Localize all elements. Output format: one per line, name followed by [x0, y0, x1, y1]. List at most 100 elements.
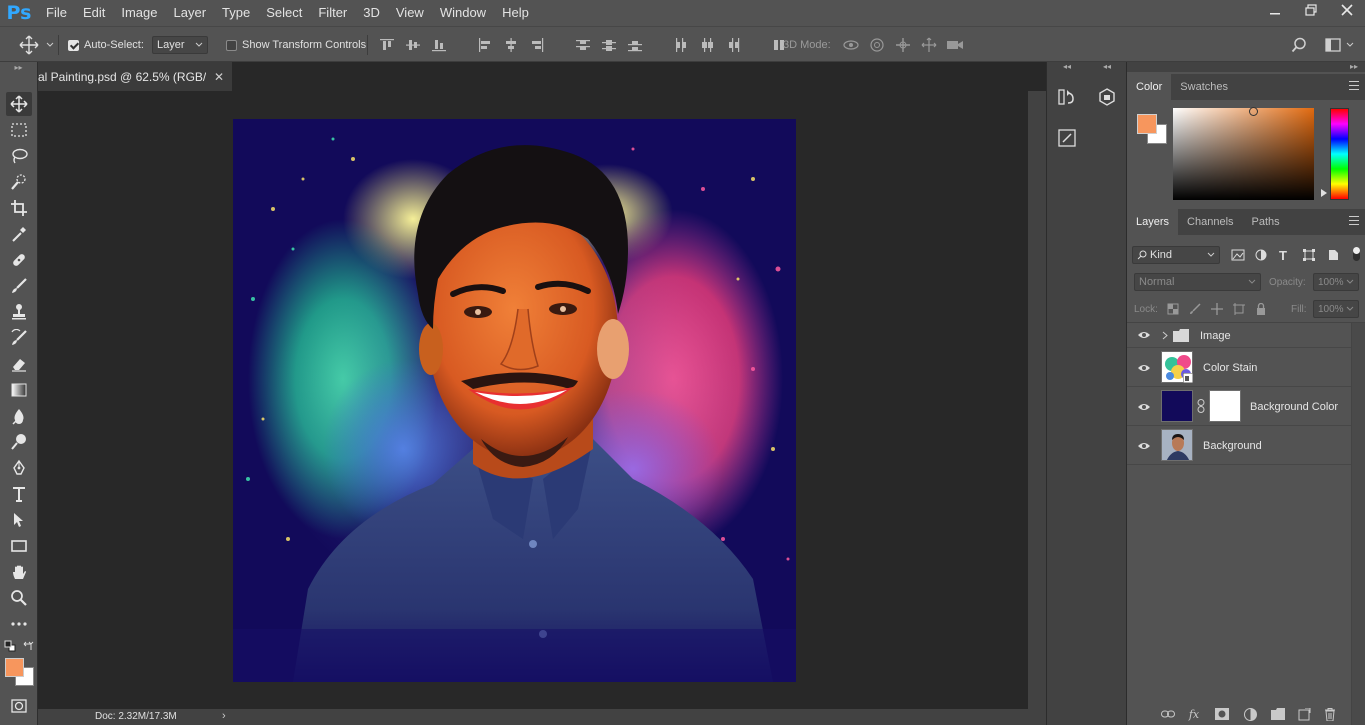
opacity-field[interactable]: 100% [1313, 273, 1359, 291]
eraser-tool-icon[interactable] [6, 352, 32, 376]
libraries-panel-icon[interactable] [1094, 84, 1120, 110]
3d-pan-icon[interactable] [894, 37, 912, 53]
marquee-tool-icon[interactable] [6, 118, 32, 142]
canvas-area[interactable] [38, 91, 1028, 709]
align-bottom-icon[interactable] [432, 38, 446, 52]
eye-icon[interactable] [1137, 402, 1151, 412]
close-icon[interactable] [1329, 0, 1365, 20]
filter-shape-icon[interactable] [1303, 249, 1315, 261]
menu-help[interactable]: Help [494, 0, 537, 26]
align-left-icon[interactable] [478, 38, 492, 52]
search-icon[interactable] [1291, 27, 1307, 63]
distribute-left-icon[interactable] [674, 38, 688, 52]
eyedropper-tool-icon[interactable] [6, 222, 32, 246]
layer-row-image-group[interactable]: Image [1127, 323, 1351, 348]
new-group-icon[interactable] [1271, 707, 1285, 721]
distribute-top-icon[interactable] [576, 38, 590, 52]
layers-scrollbar[interactable] [1351, 323, 1365, 725]
layer-filter-dropdown[interactable]: Kind [1132, 246, 1220, 264]
workspace-switcher[interactable] [1325, 27, 1354, 63]
foreground-color-swatch[interactable] [5, 658, 24, 677]
filter-smart-object-icon[interactable] [1327, 249, 1339, 261]
blend-mode-dropdown[interactable]: Normal [1134, 273, 1261, 291]
filter-adjustment-icon[interactable] [1255, 249, 1267, 261]
expand-panels-icon[interactable]: ◂◂ [1087, 62, 1127, 72]
lock-image-icon[interactable] [1189, 303, 1201, 315]
type-tool-icon[interactable] [6, 482, 32, 506]
3d-roll-icon[interactable] [868, 37, 886, 53]
healing-brush-tool-icon[interactable] [6, 248, 32, 272]
distribute-vcenter-icon[interactable] [602, 38, 616, 52]
hand-tool-icon[interactable] [6, 560, 32, 584]
link-layers-icon[interactable] [1161, 707, 1175, 721]
chevron-right-icon[interactable] [1161, 331, 1169, 340]
filter-toggle[interactable] [1353, 247, 1360, 261]
rectangle-tool-icon[interactable] [6, 534, 32, 558]
menu-layer[interactable]: Layer [166, 0, 215, 26]
more-tools-icon[interactable] [6, 612, 32, 636]
adjustment-layer-icon[interactable] [1243, 707, 1257, 721]
blur-tool-icon[interactable] [6, 404, 32, 428]
filter-type-icon[interactable]: T [1279, 248, 1287, 263]
delete-layer-icon[interactable] [1323, 707, 1337, 721]
close-tab-icon[interactable]: ✕ [214, 70, 224, 84]
auto-select-target-dropdown[interactable]: Layer [152, 36, 208, 54]
gradient-tool-icon[interactable] [6, 378, 32, 402]
default-colors-icon[interactable] [4, 640, 16, 652]
auto-select-checkbox[interactable]: Auto-Select: [68, 27, 144, 63]
align-top-icon[interactable] [380, 38, 394, 52]
crop-tool-icon[interactable] [6, 196, 32, 220]
eye-icon[interactable] [1137, 441, 1151, 451]
move-tool-preset-icon[interactable] [18, 27, 54, 63]
move-tool-icon[interactable] [6, 92, 32, 116]
distribute-right-icon[interactable] [726, 38, 740, 52]
pen-tool-icon[interactable] [6, 456, 32, 480]
layer-row-background-color[interactable]: Background Color [1127, 387, 1351, 426]
auto-select-check[interactable] [68, 39, 79, 51]
show-transform-checkbox[interactable]: Show Transform Controls [226, 27, 366, 63]
quick-selection-tool-icon[interactable] [6, 170, 32, 194]
panel-collapse-icon[interactable]: ▸▸ [0, 62, 37, 72]
history-panel-icon[interactable] [1054, 84, 1080, 110]
lasso-tool-icon[interactable] [6, 144, 32, 168]
document-canvas[interactable] [233, 119, 796, 682]
menu-edit[interactable]: Edit [75, 0, 113, 26]
eye-icon[interactable] [1137, 330, 1151, 340]
canvas-vertical-scrollbar[interactable] [1028, 91, 1046, 709]
document-tab[interactable]: al Painting.psd @ 62.5% (RGB/8) ✕ [38, 62, 232, 91]
chevron-right-icon[interactable]: › [222, 710, 226, 722]
align-right-icon[interactable] [530, 38, 544, 52]
layer-row-background[interactable]: Background [1127, 426, 1351, 465]
distribute-bottom-icon[interactable] [628, 38, 642, 52]
lock-artboard-icon[interactable] [1233, 303, 1245, 315]
distribute-hcenter-icon[interactable] [700, 38, 714, 52]
menu-filter[interactable]: Filter [310, 0, 355, 26]
new-layer-icon[interactable] [1297, 707, 1311, 721]
menu-view[interactable]: View [388, 0, 432, 26]
color-picker-cursor[interactable] [1249, 107, 1258, 116]
layer-mask-thumbnail[interactable] [1209, 390, 1241, 422]
layer-row-color-stain[interactable]: Color Stain [1127, 348, 1351, 387]
menu-window[interactable]: Window [432, 0, 494, 26]
expand-panels-icon[interactable]: ◂◂ [1047, 62, 1087, 72]
filter-pixel-icon[interactable] [1231, 249, 1245, 261]
color-picker-field[interactable] [1173, 108, 1314, 200]
3d-slide-icon[interactable] [920, 37, 938, 53]
add-mask-icon[interactable] [1215, 707, 1229, 721]
clone-stamp-tool-icon[interactable] [6, 300, 32, 324]
3d-camera-icon[interactable] [946, 37, 964, 53]
path-selection-tool-icon[interactable] [6, 508, 32, 532]
fx-icon[interactable]: fx [1187, 707, 1201, 721]
menu-type[interactable]: Type [214, 0, 258, 26]
eye-icon[interactable] [1137, 363, 1151, 373]
menu-select[interactable]: Select [258, 0, 310, 26]
brush-tool-icon[interactable] [6, 274, 32, 298]
align-vcenter-icon[interactable] [406, 38, 420, 52]
menu-image[interactable]: Image [113, 0, 165, 26]
lock-position-icon[interactable] [1211, 303, 1223, 315]
lock-transparent-icon[interactable] [1167, 303, 1179, 315]
minimize-icon[interactable] [1257, 0, 1293, 20]
brush-presets-icon[interactable] [1054, 125, 1080, 151]
menu-file[interactable]: File [38, 0, 75, 26]
menu-3d[interactable]: 3D [355, 0, 388, 26]
